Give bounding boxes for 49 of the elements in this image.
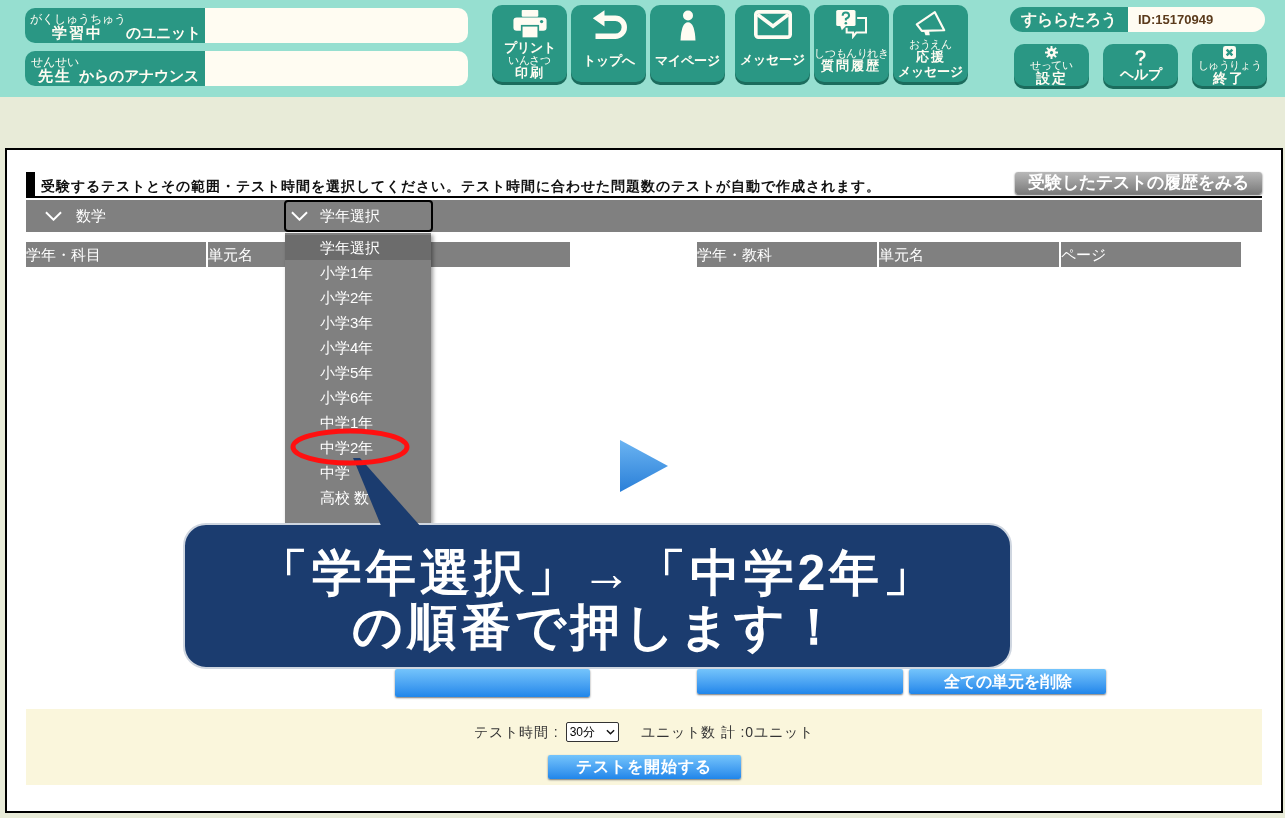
exit-button[interactable]: しゅうりょう 終了 [1192,44,1267,86]
gear-icon [1045,45,1058,59]
printer-icon [512,10,547,39]
dropdown-option[interactable]: 小学3年 [285,310,431,335]
subject-select[interactable]: 数学 [45,200,284,232]
duration-select[interactable]: 30分 [565,722,619,742]
action-button[interactable] [697,669,903,694]
envelope-icon [753,10,792,39]
question-history-button[interactable]: しつもんりれき 質問履歴 [814,5,889,82]
dropdown-option[interactable]: 小学5年 [285,360,431,385]
top-page-button[interactable]: トップへ [571,5,646,82]
help-button[interactable]: ヘルプ [1103,44,1178,86]
dropdown-option[interactable]: 小学1年 [285,260,431,285]
user-id: ID:15170949 [1128,7,1265,32]
history-button[interactable]: 受験したテストの履歴をみる [1015,172,1262,194]
message-button[interactable]: メッセージ [735,5,810,82]
column-header: ページ [1061,242,1241,267]
settings-button[interactable]: せってい 設定 [1014,44,1089,86]
chevron-down-icon [291,211,308,221]
action-button[interactable] [395,669,590,697]
dropdown-option[interactable]: 小学6年 [285,385,431,410]
info-label: がくしゅうちゅう 学習中 のユニット [25,8,205,43]
start-test-button[interactable]: テストを開始する [547,755,741,779]
unit-total-text: ユニット数 計 :0ユニット [640,722,815,742]
close-icon [1223,45,1236,59]
dropdown-option[interactable]: 小学2年 [285,285,431,310]
dropdown-option[interactable]: 学年選択 [285,235,431,260]
caret-icon [605,729,615,735]
play-icon [620,440,668,492]
my-page-button[interactable]: マイページ [650,5,725,82]
cheer-message-button[interactable]: おうえん 応援 メッセージ [893,5,968,82]
action-button[interactable]: 全ての単元を削除 [909,669,1106,694]
question-mark-icon [1135,49,1146,66]
return-arrow-icon [590,10,627,41]
info-label: せんせい 先生 からのアナウンス [25,51,205,86]
duration-label: テスト時間 : [473,722,559,742]
user-name: すららたろう [1010,7,1128,32]
person-icon [677,10,698,41]
instruction-text: 受験するテストとその範囲・テスト時間を選択してください。テスト時間に合わせた問題数のテストが自動で作成されます。 [41,177,881,196]
print-button[interactable]: プリント いんさつ 印刷 [492,5,567,82]
megaphone-icon [914,10,947,36]
column-header: 学年・教科 [697,242,877,267]
chevron-down-icon [45,211,62,221]
speech-bubbles-icon [835,10,868,39]
grade-select[interactable]: 学年選択 [284,200,433,232]
dropdown-option[interactable]: 小学4年 [285,335,431,360]
column-header: 単元名 [879,242,1059,267]
callout-text: 「学年選択」→「中学2年」 の順番で押します！ [257,546,938,654]
column-header: 学年・科目 [26,242,206,267]
